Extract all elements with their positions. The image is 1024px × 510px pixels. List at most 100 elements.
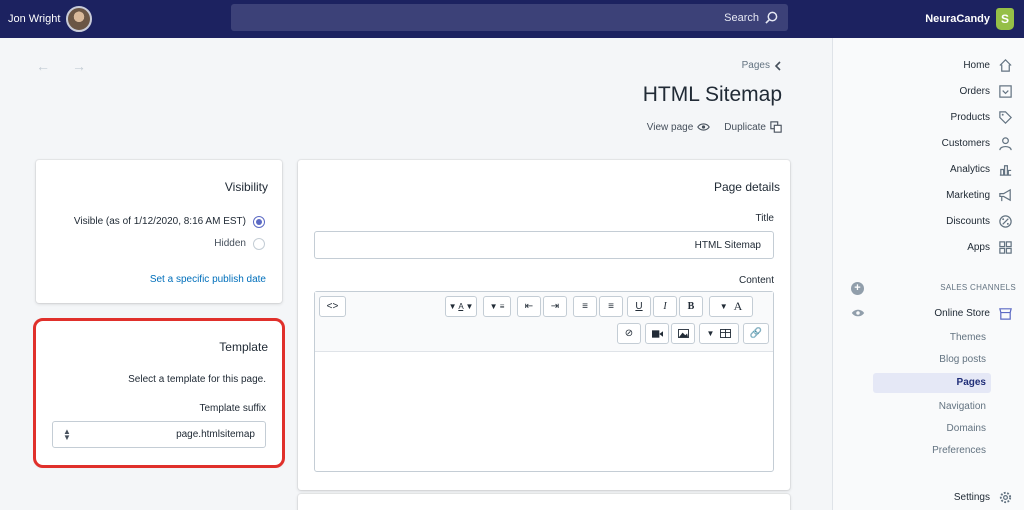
video-icon <box>651 329 663 338</box>
discount-icon <box>998 214 1013 229</box>
sidebar-item-label: Products <box>950 111 990 123</box>
forward-arrow-icon[interactable]: → <box>72 58 86 74</box>
sidebar-item-label: Customers <box>941 137 990 149</box>
view-page-label: View page <box>646 121 694 133</box>
list-bullet-icon: ≡ <box>608 301 614 312</box>
sidebar-subitem-blog-posts[interactable]: Blog posts <box>939 354 986 365</box>
clear-format-button[interactable]: ⊘ <box>617 323 641 344</box>
apps-icon <box>998 240 1013 255</box>
list-numbered-icon: ≡ <box>582 301 588 312</box>
show-html-button[interactable]: <> <box>319 296 346 317</box>
chevron-down-icon: ▼ <box>706 329 715 338</box>
sidebar-item-settings[interactable]: Settings <box>833 486 1024 508</box>
sidebar-item-home[interactable]: Home <box>833 54 1024 76</box>
bold-label: B <box>687 301 695 312</box>
bar-chart-icon <box>998 162 1013 177</box>
page-details-heading: Page details <box>713 180 780 194</box>
indent-button[interactable]: ⇤ <box>517 296 541 317</box>
sidebar-item-label: Settings <box>953 491 990 503</box>
italic-label: I <box>663 301 667 312</box>
clear-format-icon: ⊘ <box>624 328 634 339</box>
sidebar-item-products[interactable]: Products <box>833 106 1024 128</box>
chevron-down-icon: ▼ <box>719 302 728 311</box>
sidebar-subitem-pages[interactable]: Pages <box>957 377 986 388</box>
hidden-radio[interactable] <box>253 238 265 250</box>
search-icon <box>765 11 778 24</box>
publish-date-link[interactable]: Set a specific publish date <box>150 274 266 285</box>
sidebar-item-apps[interactable]: Apps <box>833 236 1024 258</box>
gear-icon <box>998 490 1013 505</box>
store-icon <box>998 306 1013 321</box>
align-button[interactable]: ▼ ≡ <box>483 296 511 317</box>
sidebar-subitem-navigation[interactable]: Navigation <box>939 401 986 412</box>
visible-radio[interactable] <box>253 216 265 228</box>
rich-text-editor[interactable]: <> ▼ A ▼ ▼ ≡ ⇤ ⇥ ≡ ≡ U I B ▼ A ⊘ ▼ 🔗 <box>314 291 774 472</box>
chevron-left-icon <box>774 60 782 71</box>
title-value: HTML Sitemap <box>694 239 761 251</box>
image-button[interactable] <box>671 323 695 344</box>
text-color-button[interactable]: ▼ A ▼ <box>445 296 477 317</box>
page-actions: View page Duplicate <box>647 121 782 133</box>
user-name: Jon Wright <box>8 13 61 25</box>
duplicate-label: Duplicate <box>724 121 766 133</box>
user-menu[interactable]: Jon Wright <box>8 6 93 32</box>
template-highlight-box <box>33 318 285 468</box>
avatar[interactable] <box>66 6 93 32</box>
sidebar-item-label: Analytics <box>949 163 990 175</box>
orders-icon <box>998 84 1013 99</box>
content-label: Content <box>738 275 774 286</box>
editor-toolbar: <> ▼ A ▼ ▼ ≡ ⇤ ⇥ ≡ ≡ U I B ▼ A ⊘ ▼ 🔗 <box>315 292 773 352</box>
back-arrow-icon[interactable]: ← <box>36 58 50 74</box>
sidebar-item-label: Discounts <box>946 215 990 227</box>
visible-option-label[interactable]: Visible (as of 1/12/2020, 8:16 AM EST) <box>74 216 246 227</box>
outdent-icon: ⇥ <box>550 301 560 312</box>
link-icon: 🔗 <box>749 328 763 339</box>
search-input[interactable]: Search <box>724 12 759 24</box>
tag-icon <box>998 110 1013 125</box>
table-button[interactable]: ▼ <box>699 323 739 344</box>
sidebar-item-label: Orders <box>959 85 990 97</box>
underline-label: U <box>635 301 643 312</box>
duplicate-icon <box>770 121 782 133</box>
sidebar-item-label: Marketing <box>946 189 990 201</box>
bold-button[interactable]: B <box>679 296 703 317</box>
italic-button[interactable]: I <box>653 296 677 317</box>
eye-icon <box>697 122 711 132</box>
megaphone-icon <box>998 188 1013 203</box>
sidebar-item-discounts[interactable]: Discounts <box>833 210 1024 232</box>
search-bar[interactable]: Search <box>231 4 788 31</box>
duplicate-button[interactable]: Duplicate <box>724 121 782 133</box>
sidebar-item-customers[interactable]: Customers <box>833 132 1024 154</box>
person-icon <box>998 136 1013 151</box>
hidden-option-label[interactable]: Hidden <box>214 238 246 249</box>
underline-button[interactable]: U <box>627 296 651 317</box>
view-page-button[interactable]: View page <box>647 121 711 133</box>
sidebar-subitem-themes[interactable]: Themes <box>950 332 986 343</box>
font-format-label: A <box>733 299 743 313</box>
video-button[interactable] <box>645 323 669 344</box>
sidebar-item-label: Online Store <box>934 307 990 319</box>
next-card <box>298 494 790 510</box>
bullet-list-button[interactable]: ≡ <box>599 296 623 317</box>
add-channel-icon[interactable]: + <box>851 282 864 295</box>
link-button[interactable]: 🔗 <box>743 323 769 344</box>
outdent-button[interactable]: ⇥ <box>543 296 567 317</box>
sidebar-item-online-store[interactable]: Online Store <box>833 302 1024 324</box>
sidebar-subitem-domains[interactable]: Domains <box>947 423 986 434</box>
align-icon: ▼ ≡ <box>489 302 505 311</box>
numbered-list-button[interactable]: ≡ <box>573 296 597 317</box>
sidebar-item-orders[interactable]: Orders <box>833 80 1024 102</box>
sidebar-item-marketing[interactable]: Marketing <box>833 184 1024 206</box>
sidebar-item-label: Home <box>963 59 990 71</box>
sales-channels-heading: SALES CHANNELS <box>940 283 1016 292</box>
breadcrumb[interactable]: Pages <box>742 60 782 71</box>
store-switcher[interactable]: NeuraCandy S <box>925 6 1014 32</box>
title-field[interactable]: HTML Sitemap <box>314 231 774 259</box>
shopify-logo-icon: S <box>996 8 1014 30</box>
sidebar-item-analytics[interactable]: Analytics <box>833 158 1024 180</box>
sidebar-subitem-preferences[interactable]: Preferences <box>932 445 986 456</box>
top-bar: Jon Wright Search NeuraCandy S <box>0 0 1024 38</box>
sidebar: Home Orders Products Customers Analytics… <box>832 38 1024 510</box>
font-format-button[interactable]: ▼ A <box>709 296 753 317</box>
title-label: Title <box>755 213 774 224</box>
